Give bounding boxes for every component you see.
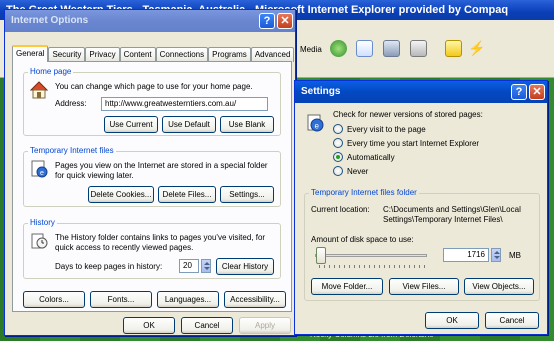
disk-space-label: Amount of disk space to use: bbox=[311, 235, 414, 244]
house-icon bbox=[29, 80, 49, 100]
settings-close-button[interactable]: ✕ bbox=[529, 84, 545, 100]
settings-title: Settings bbox=[301, 86, 341, 97]
close-button[interactable]: ✕ bbox=[277, 13, 293, 29]
print-icon[interactable] bbox=[383, 40, 400, 57]
tab-security[interactable]: Security bbox=[48, 47, 86, 62]
use-default-button[interactable]: Use Default bbox=[162, 116, 216, 133]
move-folder-button[interactable]: Move Folder... bbox=[311, 278, 383, 295]
settings-ok-button[interactable]: OK bbox=[425, 312, 479, 329]
home-page-group-label: Home page bbox=[28, 67, 74, 77]
delete-files-button[interactable]: Delete Files... bbox=[158, 186, 216, 203]
disk-space-slider-track[interactable] bbox=[315, 254, 427, 257]
history-description-line2: quick access to recently viewed pages. bbox=[55, 243, 194, 252]
radio-never-label[interactable]: Never bbox=[347, 167, 368, 177]
tab-content[interactable]: Content bbox=[119, 47, 156, 62]
use-blank-button[interactable]: Use Blank bbox=[220, 116, 274, 133]
internet-options-title-bar[interactable]: Internet Options ? ✕ bbox=[5, 10, 295, 32]
messenger-icon[interactable]: ⚡ bbox=[468, 40, 485, 57]
history-description-line1: The History folder contains links to pag… bbox=[55, 233, 266, 242]
current-location-line2: Settings\Temporary Internet Files\ bbox=[383, 215, 503, 224]
view-files-button[interactable]: View Files... bbox=[389, 278, 459, 295]
tab-connections[interactable]: Connections bbox=[155, 47, 209, 62]
clear-history-button[interactable]: Clear History bbox=[216, 258, 274, 275]
settings-title-bar[interactable]: Settings ? ✕ bbox=[295, 81, 547, 103]
temp-files-group: Temporary Internet files e Pages you vie… bbox=[23, 146, 281, 207]
tab-advanced[interactable]: Advanced bbox=[250, 47, 295, 62]
edit-icon[interactable] bbox=[410, 40, 427, 57]
settings-help-button[interactable]: ? bbox=[511, 84, 527, 100]
tab-strip: General Security Privacy Content Connect… bbox=[12, 45, 295, 62]
radio-automatically-label[interactable]: Automatically bbox=[347, 153, 395, 163]
temp-folder-group: Temporary Internet files folder Current … bbox=[304, 188, 540, 301]
delete-cookies-button[interactable]: Delete Cookies... bbox=[88, 186, 154, 203]
svg-text:e: e bbox=[40, 170, 44, 177]
temp-files-icon: e bbox=[29, 159, 49, 179]
settings-dialog: Settings ? ✕ e Check for newer versions … bbox=[294, 80, 548, 335]
days-spinner-arrows-icon[interactable] bbox=[201, 259, 211, 273]
fonts-button[interactable]: Fonts... bbox=[90, 291, 152, 308]
home-page-address-input[interactable]: http://www.greatwesterntiers.com.au/ bbox=[101, 97, 268, 111]
radio-every-visit-label[interactable]: Every visit to the page bbox=[347, 125, 426, 135]
home-page-group: Home page You can change which page to u… bbox=[23, 67, 281, 136]
internet-options-title: Internet Options bbox=[11, 15, 89, 26]
disk-space-input[interactable]: 1716 bbox=[443, 248, 489, 262]
tab-programs[interactable]: Programs bbox=[208, 47, 251, 62]
use-current-button[interactable]: Use Current bbox=[104, 116, 158, 133]
temp-files-group-label: Temporary Internet files bbox=[28, 146, 116, 156]
accessibility-button[interactable]: Accessibility... bbox=[224, 291, 286, 308]
svg-text:e: e bbox=[315, 122, 320, 131]
radio-never[interactable] bbox=[333, 166, 343, 176]
radio-every-start-label[interactable]: Every time you start Internet Explorer bbox=[347, 139, 479, 149]
home-page-description: You can change which page to use for you… bbox=[55, 82, 253, 91]
temp-files-description-line2: for quick viewing later. bbox=[55, 171, 134, 180]
colors-button[interactable]: Colors... bbox=[23, 291, 85, 308]
slider-ticks bbox=[319, 265, 427, 268]
days-to-keep-label: Days to keep pages in history: bbox=[55, 262, 163, 271]
check-newer-label: Check for newer versions of stored pages… bbox=[333, 110, 483, 119]
temp-files-description-line1: Pages you view on the Internet are store… bbox=[55, 161, 268, 170]
view-objects-button[interactable]: View Objects... bbox=[464, 278, 534, 295]
settings-ie-icon: e bbox=[305, 113, 325, 133]
tab-privacy[interactable]: Privacy bbox=[85, 47, 120, 62]
internet-options-cancel-button[interactable]: Cancel bbox=[181, 317, 233, 334]
internet-options-ok-button[interactable]: OK bbox=[123, 317, 175, 334]
general-tab-panel: Home page You can change which page to u… bbox=[12, 61, 292, 312]
radio-every-visit[interactable] bbox=[333, 124, 343, 134]
disk-space-spinner-arrows-icon[interactable] bbox=[491, 248, 501, 262]
address-label: Address: bbox=[55, 99, 87, 108]
radio-every-start[interactable] bbox=[333, 138, 343, 148]
radio-automatically[interactable] bbox=[333, 152, 343, 162]
current-location-label: Current location: bbox=[311, 205, 370, 214]
history-group: History The History folder contains link… bbox=[23, 218, 281, 279]
history-icon bbox=[29, 231, 49, 251]
discuss-icon[interactable] bbox=[445, 40, 462, 57]
temp-folder-group-label: Temporary Internet files folder bbox=[309, 188, 419, 198]
mail-icon[interactable] bbox=[356, 40, 373, 57]
internet-options-dialog: Internet Options ? ✕ General Security Pr… bbox=[4, 9, 296, 336]
disk-space-unit: MB bbox=[509, 251, 521, 260]
days-to-keep-input[interactable]: 20 bbox=[179, 259, 199, 273]
media-icon[interactable] bbox=[330, 40, 347, 57]
history-group-label: History bbox=[28, 218, 57, 228]
tab-general[interactable]: General bbox=[12, 45, 49, 62]
current-location-line1: C:\Documents and Settings\Glen\Local bbox=[383, 205, 521, 214]
media-button-label[interactable]: Media bbox=[300, 45, 322, 54]
help-button[interactable]: ? bbox=[259, 13, 275, 29]
disk-space-slider-thumb[interactable] bbox=[316, 247, 326, 264]
apply-button[interactable]: Apply bbox=[239, 317, 291, 334]
settings-button[interactable]: Settings... bbox=[220, 186, 274, 203]
settings-cancel-button[interactable]: Cancel bbox=[485, 312, 539, 329]
languages-button[interactable]: Languages... bbox=[157, 291, 219, 308]
